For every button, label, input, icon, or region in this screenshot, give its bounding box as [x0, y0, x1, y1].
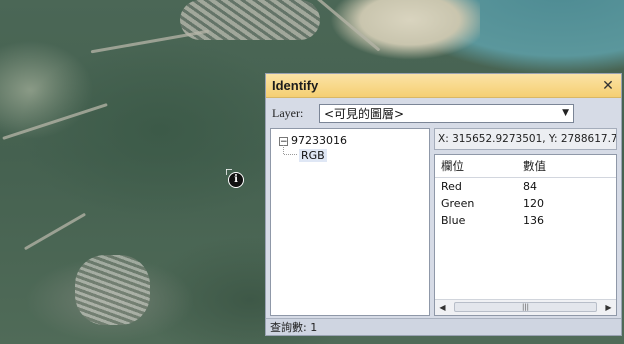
table-row[interactable]: Green 120 [435, 195, 616, 212]
layer-label: Layer: [272, 105, 304, 120]
horizontal-scrollbar[interactable]: ◀ ||| ▶ [435, 299, 616, 315]
column-header-value[interactable]: 數值 [523, 158, 616, 174]
grid-header: 欄位 數值 [435, 155, 616, 178]
road [90, 29, 210, 54]
table-row[interactable]: Blue 136 [435, 212, 616, 229]
table-row[interactable]: Red 84 [435, 178, 616, 195]
identify-cursor-icon: i [228, 172, 244, 188]
results-tree[interactable]: −97233016 RGB [270, 128, 430, 316]
close-icon[interactable]: ✕ [601, 78, 615, 94]
scroll-right-icon[interactable]: ▶ [601, 300, 616, 315]
layer-dropdown-value: <可見的圖層> [324, 106, 405, 121]
row-field: Blue [441, 214, 466, 227]
attribute-grid: 欄位 數值 Red 84 Green 120 Blue 136 ◀ ||| ▶ [434, 154, 617, 316]
beach-area [330, 0, 480, 70]
scroll-track[interactable]: ||| [450, 300, 601, 315]
window-titlebar[interactable]: Identify ✕ [266, 74, 621, 98]
chevron-down-icon[interactable]: ▼ [562, 108, 569, 118]
village-area-2 [75, 255, 150, 325]
scroll-left-icon[interactable]: ◀ [435, 300, 450, 315]
tree-node-child[interactable]: RGB [299, 149, 327, 162]
road [2, 103, 108, 140]
row-field: Red [441, 180, 462, 193]
column-header-field[interactable]: 欄位 [435, 158, 523, 174]
coordinates-readout: X: 315652.9273501, Y: 2788617.728 [434, 128, 617, 150]
layer-row: Layer: <可見的圖層> ▼ [272, 103, 574, 123]
layer-dropdown[interactable]: <可見的圖層> ▼ [319, 103, 574, 123]
scroll-thumb[interactable]: ||| [454, 302, 597, 312]
status-bar: 查詢數: 1 [266, 318, 621, 335]
road [23, 212, 87, 251]
tree-child-label: RGB [299, 149, 327, 162]
row-value: 120 [523, 197, 544, 210]
identify-window: Identify ✕ Layer: <可見的圖層> ▼ −97233016 RG… [265, 73, 622, 336]
row-field: Green [441, 197, 475, 210]
row-value: 84 [523, 180, 537, 193]
window-title: Identify [272, 78, 319, 93]
row-value: 136 [523, 214, 544, 227]
